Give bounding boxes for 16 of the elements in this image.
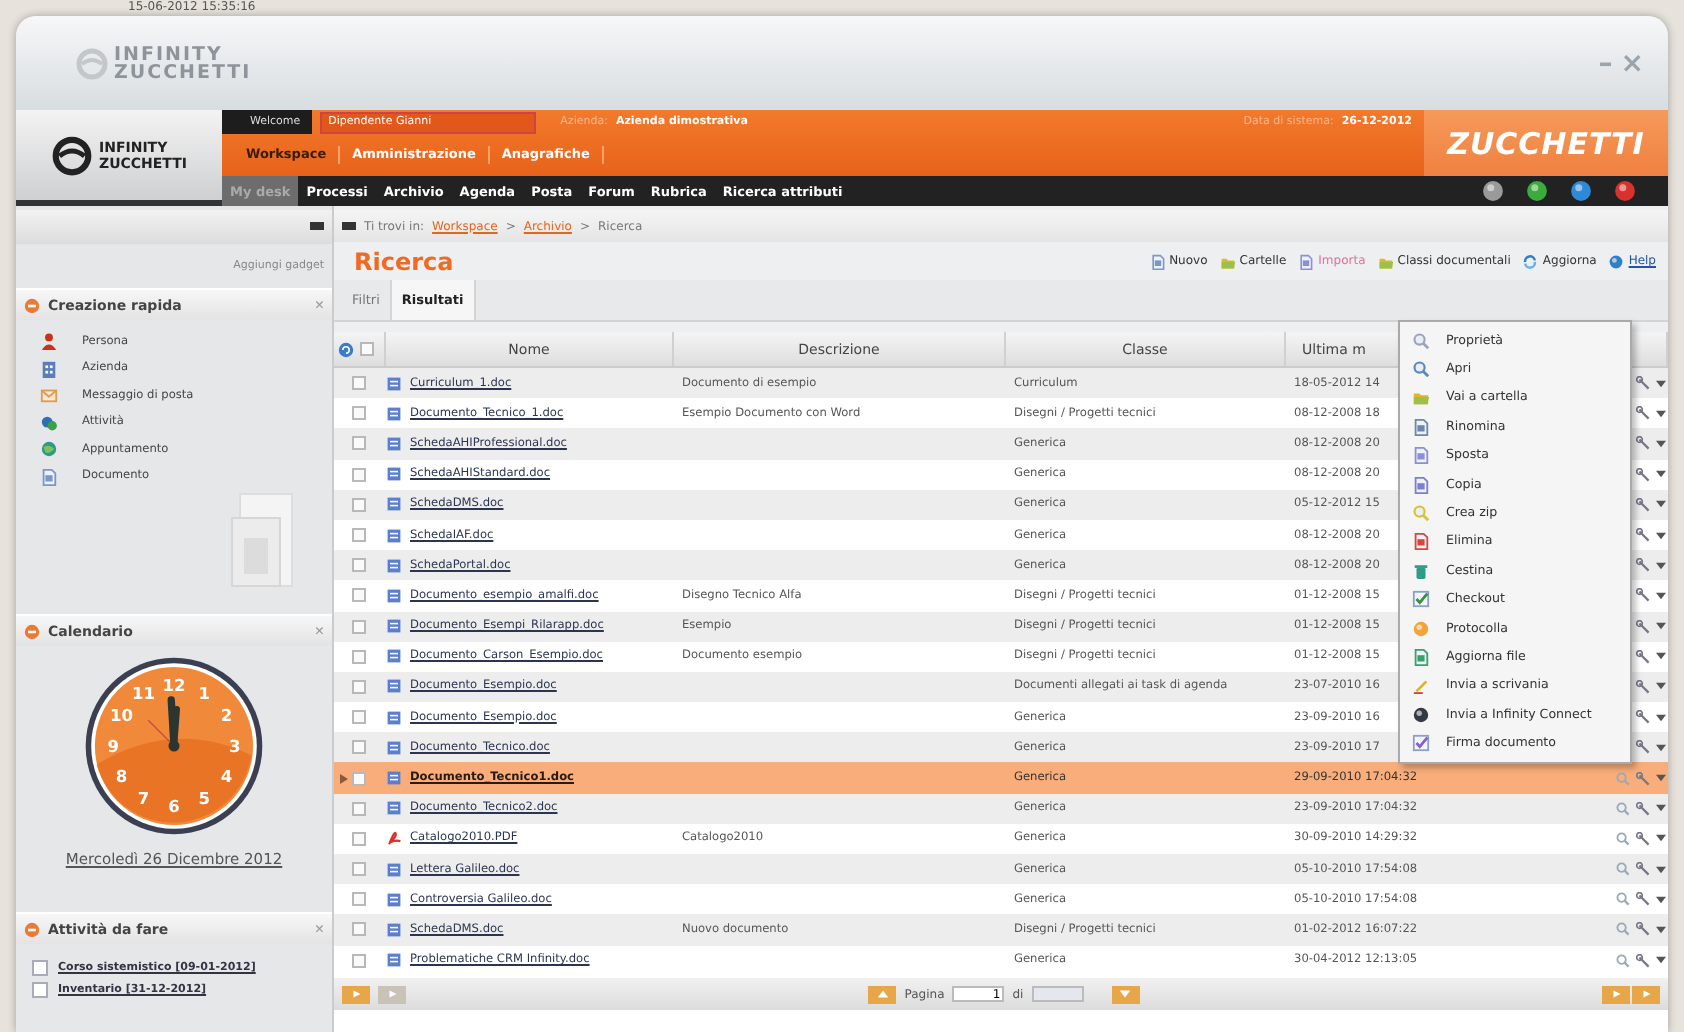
clock-numeral: 6 — [168, 796, 180, 817]
clock-numeral: 11 — [132, 682, 156, 703]
clock-numeral: 12 — [162, 674, 186, 695]
clock-numeral: 8 — [115, 765, 128, 786]
clock-numeral: 3 — [228, 735, 241, 756]
clock-numeral: 2 — [220, 705, 233, 726]
clock-numeral: 1 — [198, 682, 211, 703]
clock-numeral: 10 — [109, 705, 133, 726]
logo-text: INFINITY — [114, 45, 223, 63]
clock-numeral: 7 — [137, 788, 150, 809]
page-title: Ricerca — [354, 247, 454, 275]
clock-numeral: 5 — [198, 788, 211, 809]
logo-text: ZUCCHETTI — [114, 63, 252, 81]
clock-numeral: 4 — [220, 765, 233, 786]
clock-numeral: 9 — [107, 735, 120, 756]
brand-logo: ZUCCHETTI — [1424, 110, 1668, 176]
